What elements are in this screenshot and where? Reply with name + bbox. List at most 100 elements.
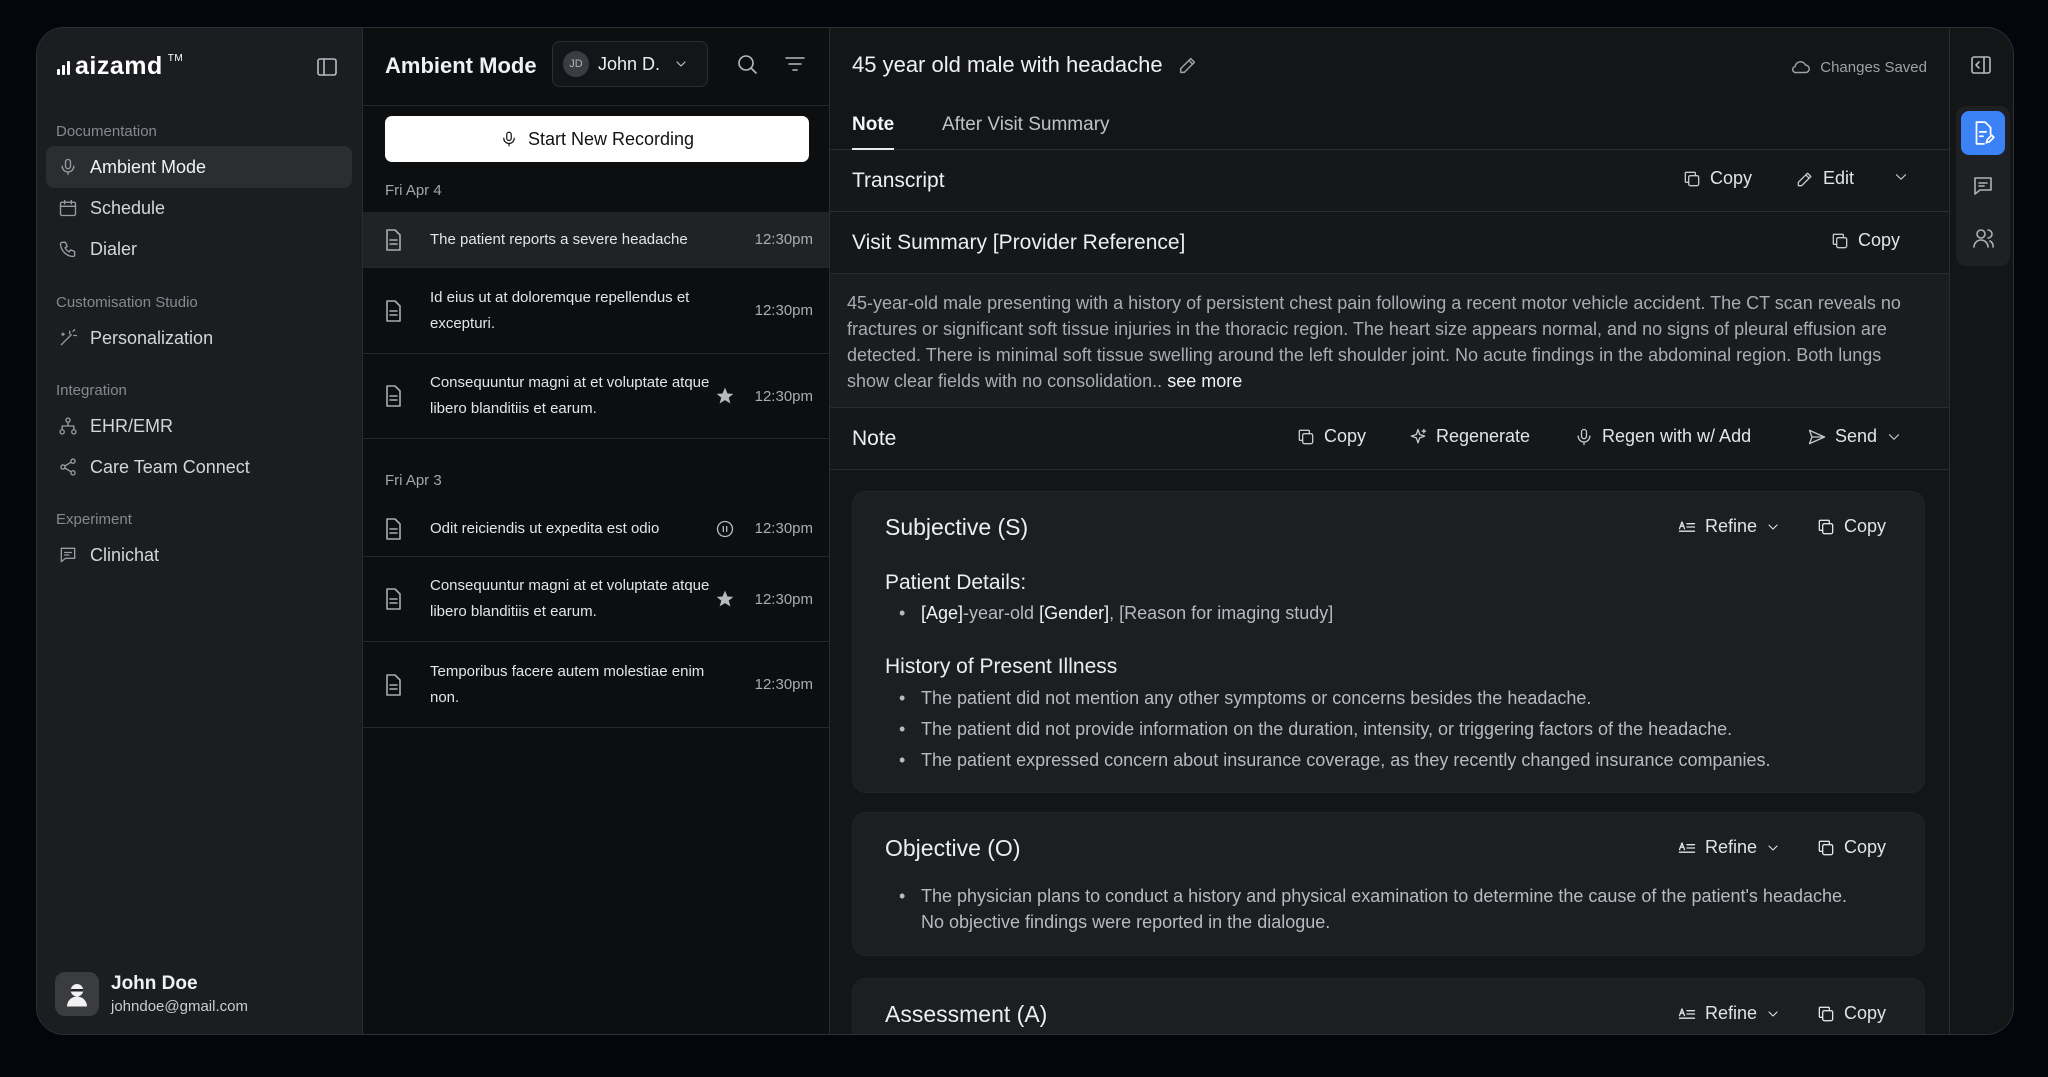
section-copy-button[interactable]: Copy	[1816, 837, 1886, 858]
user-email: johndoe@gmail.com	[111, 998, 248, 1015]
start-recording-button[interactable]: Start New Recording	[385, 116, 809, 162]
regenerate-button[interactable]: Regenerate	[1408, 426, 1530, 447]
send-label: Send	[1835, 426, 1878, 446]
toggle-sidebar-icon[interactable]	[314, 54, 340, 80]
note-panel: 45 year old male with headache Changes S…	[830, 28, 1949, 1034]
recording-item[interactable]: Consequuntur magni at et voluptate atque…	[363, 557, 829, 642]
toggle-panel-icon[interactable]	[1969, 53, 1993, 77]
recording-time: 12:30pm	[754, 676, 813, 693]
recording-item[interactable]: Odit reiciendis ut expedita est odio 12:…	[363, 501, 829, 557]
refine-dropdown[interactable]: Refine	[1677, 516, 1781, 537]
chevron-down-icon	[1892, 168, 1910, 186]
share-icon	[58, 457, 78, 477]
transcript-expand-button[interactable]	[1892, 168, 1910, 186]
rail-tools	[1956, 106, 2010, 266]
brand-logo[interactable]: aizamd TM	[57, 52, 183, 81]
refine-dropdown[interactable]: Refine	[1677, 837, 1781, 858]
recording-time: 12:30pm	[754, 590, 813, 608]
search-icon[interactable]	[735, 52, 759, 76]
recording-title: The patient reports a severe headache	[430, 230, 688, 248]
note-copy-button[interactable]: Copy	[1296, 426, 1366, 447]
note-tool-button[interactable]	[1961, 111, 2005, 155]
document-icon	[381, 673, 405, 697]
filter-icon[interactable]	[783, 52, 807, 76]
section-copy-button[interactable]: Copy	[1816, 1003, 1886, 1024]
sidebar-item-schedule[interactable]: Schedule	[46, 187, 352, 229]
copy-label: Copy	[1844, 837, 1887, 857]
copy-icon	[1816, 1004, 1836, 1024]
user-avatar-icon	[67, 984, 87, 1007]
sidebar-item-label: Clinichat	[90, 544, 160, 565]
chat-icon	[1971, 174, 1995, 198]
chevron-down-icon	[1765, 1006, 1781, 1022]
assessment-card: Assessment (A) Refine Copy	[852, 978, 1925, 1034]
tab-bar: Note After Visit Summary	[830, 106, 1949, 150]
brand-name: aizamd	[75, 52, 163, 80]
user-group-icon	[1971, 226, 1995, 250]
list-item: The patient did not mention any other sy…	[887, 683, 1771, 714]
paused-icon	[715, 519, 735, 539]
sidebar-item-clinichat[interactable]: Clinichat	[46, 534, 352, 576]
tab-note[interactable]: Note	[852, 114, 895, 150]
sidebar-item-care-team-connect[interactable]: Care Team Connect	[46, 446, 352, 488]
document-icon	[381, 228, 405, 252]
copy-label: Copy	[1858, 230, 1901, 250]
recording-item[interactable]: Consequuntur magni at et voluptate atque…	[363, 354, 829, 439]
microphone-icon	[1574, 427, 1594, 447]
logo-bars-icon	[57, 59, 70, 75]
visit-summary-copy-button[interactable]: Copy	[1830, 230, 1900, 251]
recording-item[interactable]: Id eius ut at doloremque repellendus et …	[363, 268, 829, 354]
avatar	[55, 972, 99, 1016]
recording-title: Consequuntur magni at et voluptate atque…	[430, 374, 710, 417]
chevron-down-icon	[673, 56, 689, 72]
recording-time: 12:30pm	[754, 302, 813, 319]
sidebar-item-label: EHR/EMR	[90, 415, 174, 436]
gender-placeholder[interactable]: [Gender]	[1039, 603, 1109, 623]
recording-time: 12:30pm	[754, 231, 813, 248]
provider-select[interactable]: JD John D.	[552, 41, 708, 87]
sidebar-item-ambient-mode[interactable]: Ambient Mode	[46, 146, 352, 188]
refine-label: Refine	[1705, 837, 1758, 857]
transcript-copy-button[interactable]: Copy	[1682, 168, 1752, 189]
tab-after-visit-summary[interactable]: After Visit Summary	[942, 114, 1110, 148]
document-icon	[381, 587, 405, 611]
transcript-bar: Transcript Copy Edit	[830, 150, 1949, 212]
encounter-title-text: 45 year old male with headache	[852, 52, 1163, 77]
care-team-tool-button[interactable]	[1961, 216, 2005, 260]
hierarchy-icon	[58, 416, 78, 436]
regen-with-add-button[interactable]: Regen with w/ Add	[1574, 426, 1751, 447]
copy-label: Copy	[1710, 168, 1753, 188]
age-placeholder[interactable]: [Age]	[921, 603, 963, 623]
user-profile[interactable]: John Doe johndoe@gmail.com	[55, 972, 248, 1016]
sidebar-item-personalization[interactable]: Personalization	[46, 317, 352, 359]
chat-tool-button[interactable]	[1961, 164, 2005, 208]
star-icon[interactable]	[715, 589, 735, 609]
reason-placeholder[interactable]: [Reason for imaging study]	[1119, 603, 1333, 623]
copy-label: Copy	[1844, 1003, 1887, 1023]
chevron-down-icon	[1765, 519, 1781, 535]
age-suffix: -year-old	[963, 603, 1035, 623]
star-icon[interactable]	[715, 386, 735, 406]
provider-name: John D.	[598, 53, 661, 74]
sidebar-item-dialer[interactable]: Dialer	[46, 228, 352, 270]
sidebar-item-ehr-emr[interactable]: EHR/EMR	[46, 405, 352, 447]
see-more-link[interactable]: see more	[1167, 371, 1242, 391]
hpi-list: The patient did not mention any other sy…	[887, 683, 1771, 776]
section-customisation-studio: Customisation Studio	[56, 294, 198, 311]
send-button[interactable]: Send	[1807, 426, 1903, 447]
refine-dropdown[interactable]: Refine	[1677, 1003, 1781, 1024]
date-group-label: Fri Apr 4	[385, 182, 442, 199]
pencil-icon[interactable]	[1177, 54, 1199, 76]
recording-item[interactable]: Temporibus facere autem molestiae enim n…	[363, 642, 829, 728]
recording-item[interactable]: The patient reports a severe headache 12…	[363, 212, 829, 268]
recording-time: 12:30pm	[754, 520, 813, 537]
sidebar-item-label: Care Team Connect	[90, 456, 250, 477]
date-group-label: Fri Apr 3	[385, 472, 442, 489]
encounter-title: 45 year old male with headache	[852, 52, 1199, 78]
transcript-edit-button[interactable]: Edit	[1795, 168, 1854, 189]
user-name: John Doe	[111, 973, 198, 994]
sidebar-item-label: Ambient Mode	[90, 156, 207, 177]
cloud-icon	[1790, 56, 1812, 78]
note-bar: Note Copy Regenerate Regen with w/ Add S…	[830, 408, 1949, 470]
section-copy-button[interactable]: Copy	[1816, 516, 1886, 537]
